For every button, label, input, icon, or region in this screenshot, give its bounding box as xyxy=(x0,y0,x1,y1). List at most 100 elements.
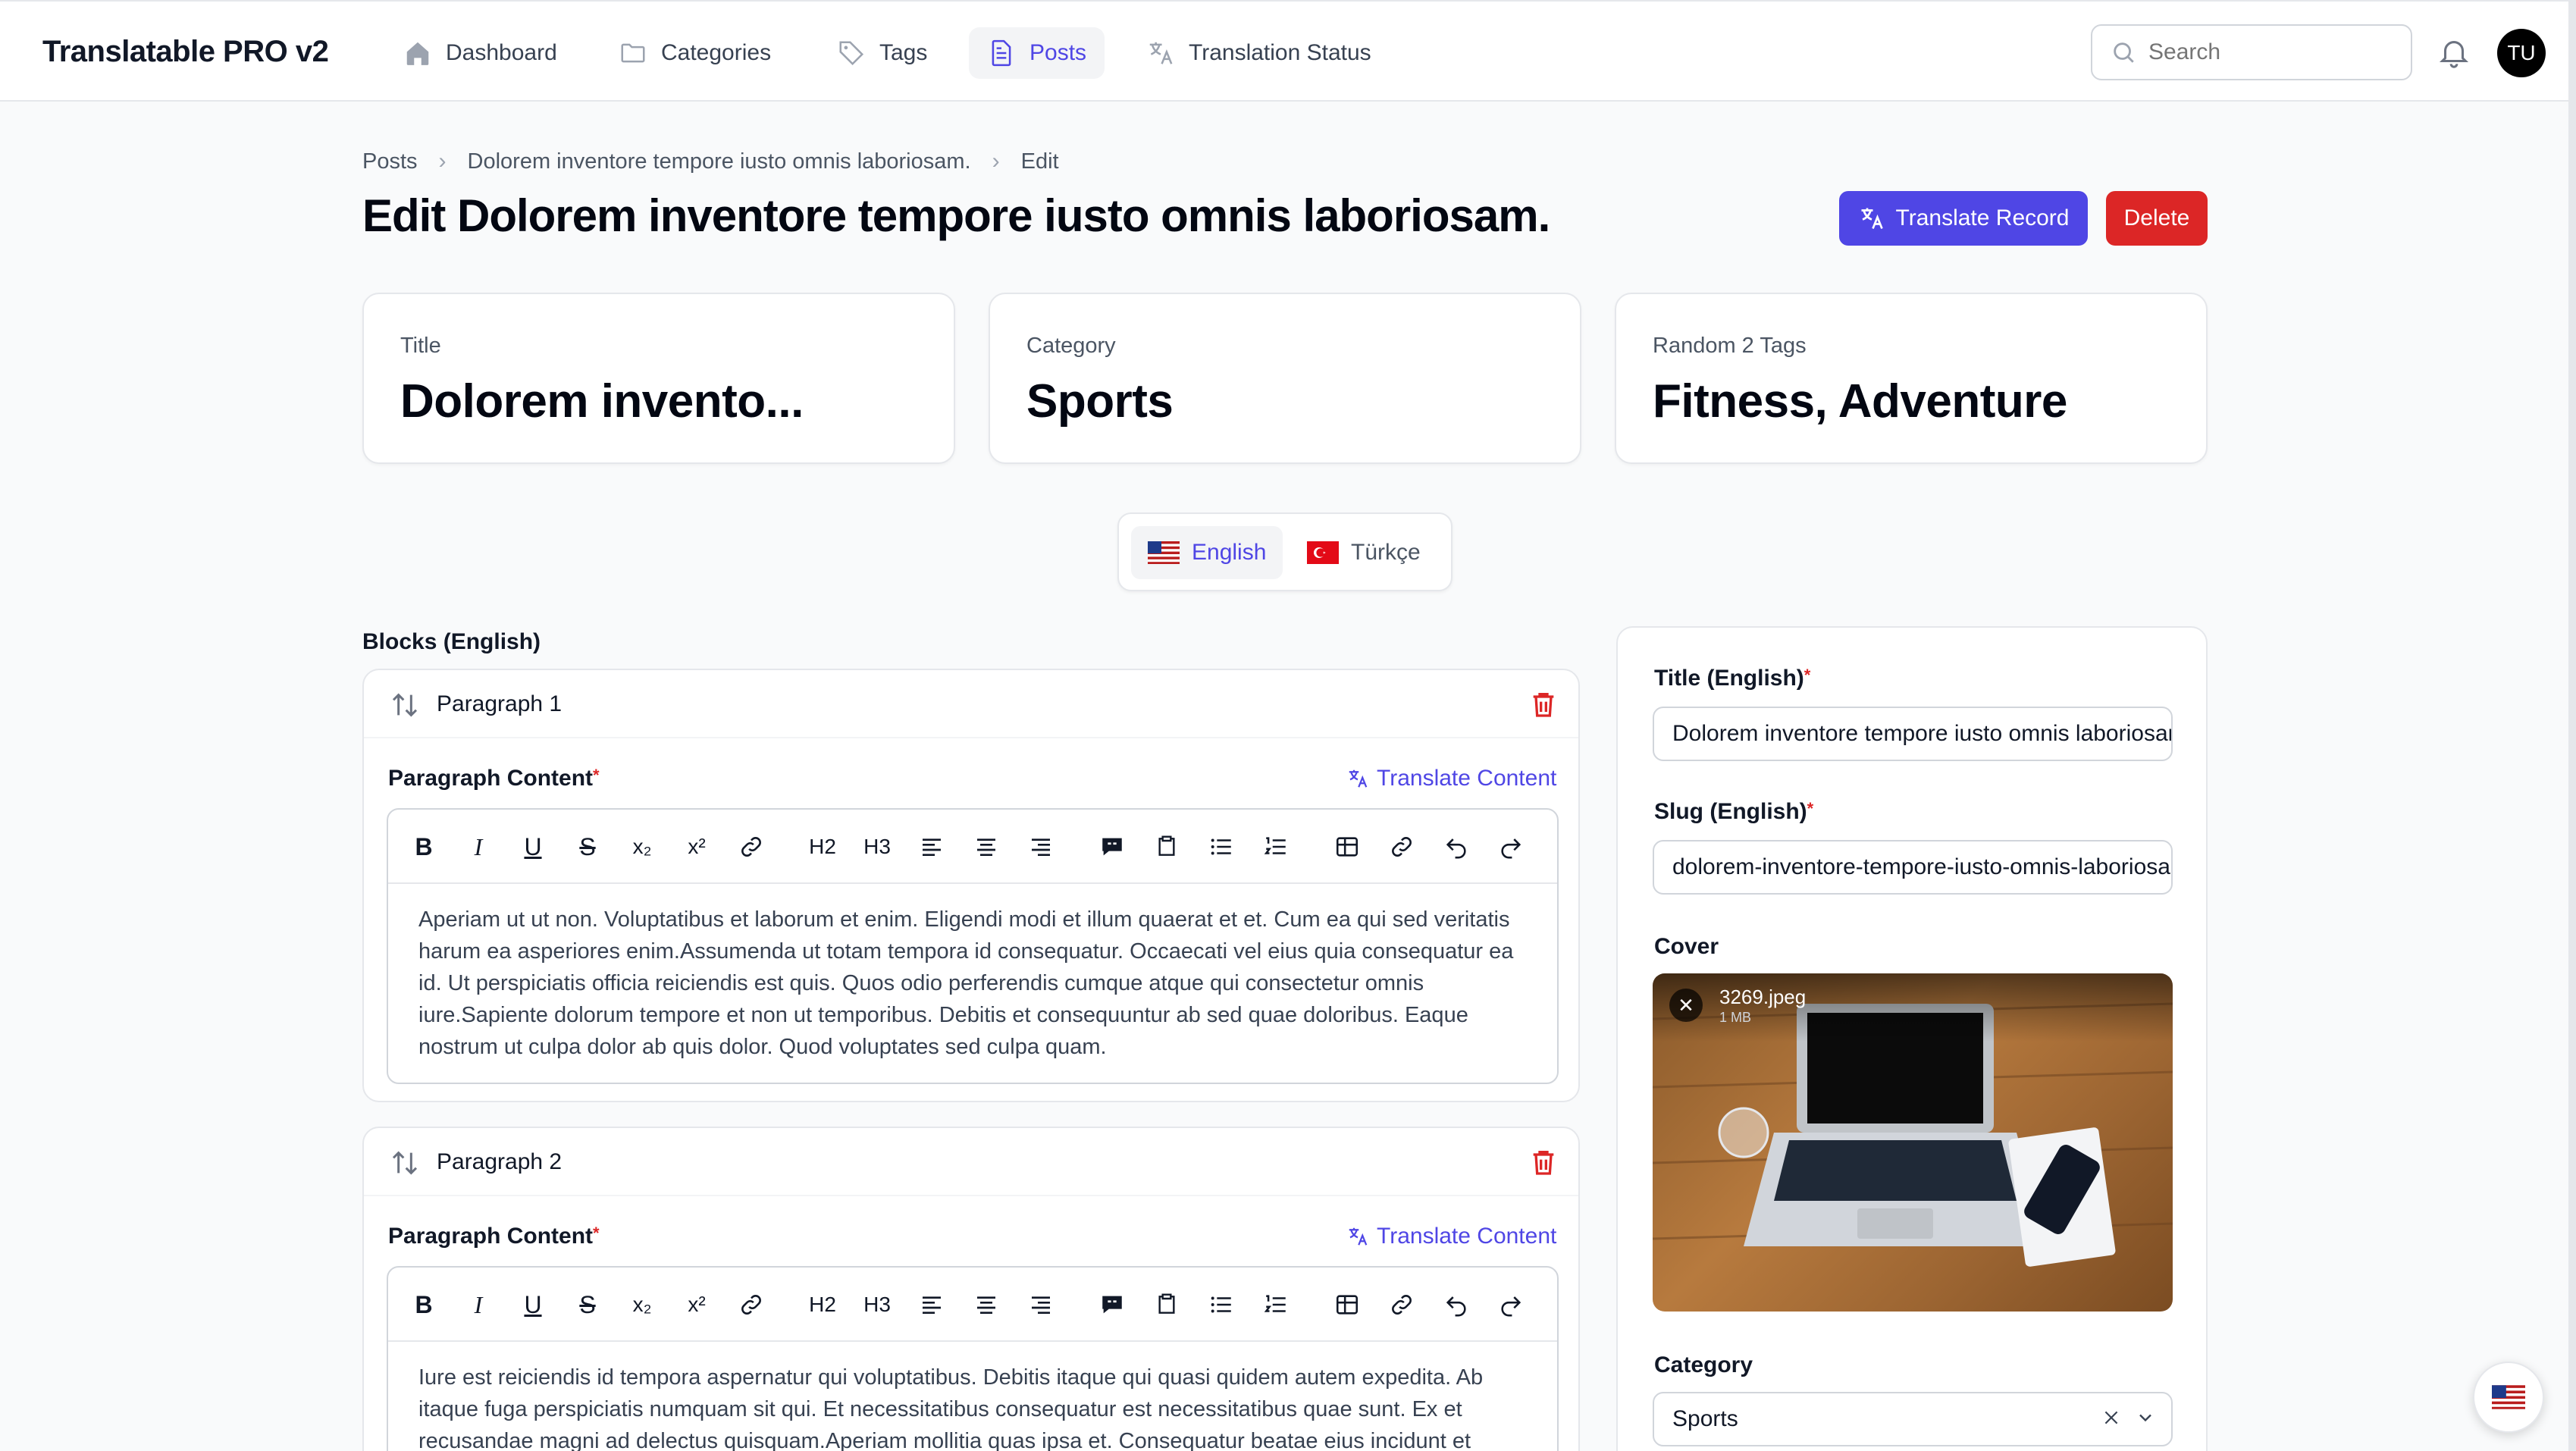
undo-icon[interactable] xyxy=(1437,828,1475,866)
editor-toolbar: B I U S x₂ x² H2 H3 xyxy=(388,810,1557,884)
language-icon xyxy=(1349,1227,1368,1246)
attach-icon[interactable] xyxy=(1383,1286,1421,1324)
language-label: English xyxy=(1192,540,1267,565)
link-icon[interactable] xyxy=(732,828,770,866)
chevron-right-icon: › xyxy=(992,149,1000,174)
translate-content-link[interactable]: Translate Content xyxy=(1346,1224,1556,1249)
language-fab[interactable] xyxy=(2473,1362,2544,1433)
nav-posts[interactable]: Posts xyxy=(969,27,1105,79)
notifications-bell-icon[interactable] xyxy=(2437,35,2471,70)
stat-value: Dolorem invento... xyxy=(400,375,804,428)
subscript-icon[interactable]: x₂ xyxy=(623,828,661,866)
bold-icon[interactable]: B xyxy=(405,828,443,866)
translate-content-link[interactable]: Translate Content xyxy=(1346,766,1556,791)
ordered-list-icon[interactable] xyxy=(1257,828,1295,866)
nav-tags[interactable]: Tags xyxy=(819,27,945,79)
trash-icon[interactable] xyxy=(1528,1146,1559,1178)
language-tab-turkish[interactable]: Türkçe xyxy=(1290,526,1437,579)
nav-label: Translation Status xyxy=(1189,40,1371,65)
slug-input[interactable]: dolorem-inventore-tempore-iusto-omnis-la… xyxy=(1653,840,2173,895)
language-icon xyxy=(1349,769,1368,788)
user-avatar[interactable]: TU xyxy=(2497,29,2546,77)
stat-card-tags: Random 2 Tags Fitness, Adventure xyxy=(1615,293,2208,464)
align-center-icon[interactable] xyxy=(967,1286,1005,1324)
title-input[interactable]: Dolorem inventore tempore iusto omnis la… xyxy=(1653,707,2173,761)
reorder-arrows-icon[interactable] xyxy=(390,690,420,720)
attach-icon[interactable] xyxy=(1383,828,1421,866)
bullet-list-icon[interactable] xyxy=(1202,1286,1240,1324)
heading-2-icon[interactable]: H2 xyxy=(804,1286,841,1324)
breadcrumb-record[interactable]: Dolorem inventore tempore iusto omnis la… xyxy=(468,149,971,174)
code-block-icon[interactable] xyxy=(1148,1286,1186,1324)
nav-label: Categories xyxy=(661,40,772,65)
title-label-text: Title (English) xyxy=(1654,666,1804,691)
remove-file-icon[interactable]: ✕ xyxy=(1669,989,1703,1022)
nav-translation-status[interactable]: Translation Status xyxy=(1128,27,1390,79)
link-icon[interactable] xyxy=(732,1286,770,1324)
brand-logo[interactable]: Translatable PRO v2 xyxy=(42,35,329,69)
heading-3-icon[interactable]: H3 xyxy=(858,1286,896,1324)
heading-2-icon[interactable]: H2 xyxy=(804,828,841,866)
code-block-icon[interactable] xyxy=(1148,828,1186,866)
italic-icon[interactable]: I xyxy=(459,1286,497,1324)
delete-button[interactable]: Delete xyxy=(2106,191,2208,246)
ordered-list-icon[interactable] xyxy=(1257,1286,1295,1324)
superscript-icon[interactable]: x² xyxy=(678,1286,716,1324)
strikethrough-icon[interactable]: S xyxy=(569,828,606,866)
stat-label: Category xyxy=(1026,334,1116,358)
strikethrough-icon[interactable]: S xyxy=(569,1286,606,1324)
underline-icon[interactable]: U xyxy=(514,828,552,866)
nav-categories[interactable]: Categories xyxy=(600,27,789,79)
trash-icon[interactable] xyxy=(1528,688,1559,720)
global-search[interactable] xyxy=(2091,24,2412,80)
table-icon[interactable] xyxy=(1328,1286,1366,1324)
tr-flag-icon xyxy=(1307,541,1339,564)
chevron-down-icon[interactable] xyxy=(2135,1407,2156,1428)
language-tab-english[interactable]: English xyxy=(1131,526,1283,579)
blockquote-icon[interactable] xyxy=(1093,828,1131,866)
clear-icon[interactable] xyxy=(2101,1408,2121,1427)
stat-value: Sports xyxy=(1026,375,1174,428)
rich-text-editor[interactable]: B I U S x₂ x² H2 H3 Aperiam ut ut non. V… xyxy=(387,808,1559,1084)
heading-3-icon[interactable]: H3 xyxy=(858,828,896,866)
nav-dashboard[interactable]: Dashboard xyxy=(385,27,575,79)
undo-icon[interactable] xyxy=(1437,1286,1475,1324)
align-right-icon[interactable] xyxy=(1022,828,1060,866)
stat-label: Title xyxy=(400,334,441,358)
subscript-icon[interactable]: x₂ xyxy=(623,1286,661,1324)
redo-icon[interactable] xyxy=(1492,828,1530,866)
title-field-label: Title (English)* xyxy=(1654,666,1811,691)
superscript-icon[interactable]: x² xyxy=(678,828,716,866)
nav-label: Tags xyxy=(879,40,928,65)
align-left-icon[interactable] xyxy=(913,828,951,866)
paragraph-block: Paragraph 1 Paragraph Content* Translate… xyxy=(362,669,1580,1102)
align-right-icon[interactable] xyxy=(1022,1286,1060,1324)
italic-icon[interactable]: I xyxy=(459,828,497,866)
rich-text-editor[interactable]: B I U S x₂ x² H2 H3 Iure est reiciendis … xyxy=(387,1266,1559,1451)
language-label: Türkçe xyxy=(1351,540,1421,565)
table-icon[interactable] xyxy=(1328,828,1366,866)
editor-content[interactable]: Iure est reiciendis id tempora aspernatu… xyxy=(388,1342,1557,1451)
cover-field-label: Cover xyxy=(1654,934,1719,959)
search-input[interactable] xyxy=(2148,39,2399,65)
folder-icon xyxy=(621,43,645,63)
breadcrumb-posts[interactable]: Posts xyxy=(362,149,418,174)
align-center-icon[interactable] xyxy=(967,828,1005,866)
category-select[interactable]: Sports xyxy=(1653,1392,2173,1446)
align-left-icon[interactable] xyxy=(913,1286,951,1324)
bullet-list-icon[interactable] xyxy=(1202,828,1240,866)
field-label: Paragraph Content* xyxy=(388,766,600,791)
block-name: Paragraph 2 xyxy=(437,1149,563,1174)
editor-content[interactable]: Aperiam ut ut non. Voluptatibus et labor… xyxy=(388,884,1557,1083)
translate-record-button[interactable]: Translate Record xyxy=(1839,191,2088,246)
reorder-arrows-icon[interactable] xyxy=(390,1148,420,1178)
bold-icon[interactable]: B xyxy=(405,1286,443,1324)
page-scrollbar[interactable] xyxy=(2568,0,2576,1451)
stat-value: Fitness, Adventure xyxy=(1653,375,2067,428)
tag-icon xyxy=(839,41,864,66)
breadcrumb-edit: Edit xyxy=(1020,149,1059,174)
blockquote-icon[interactable] xyxy=(1093,1286,1131,1324)
underline-icon[interactable]: U xyxy=(514,1286,552,1324)
cover-image[interactable]: ✕ 3269.jpeg 1 MB xyxy=(1653,973,2173,1312)
redo-icon[interactable] xyxy=(1492,1286,1530,1324)
